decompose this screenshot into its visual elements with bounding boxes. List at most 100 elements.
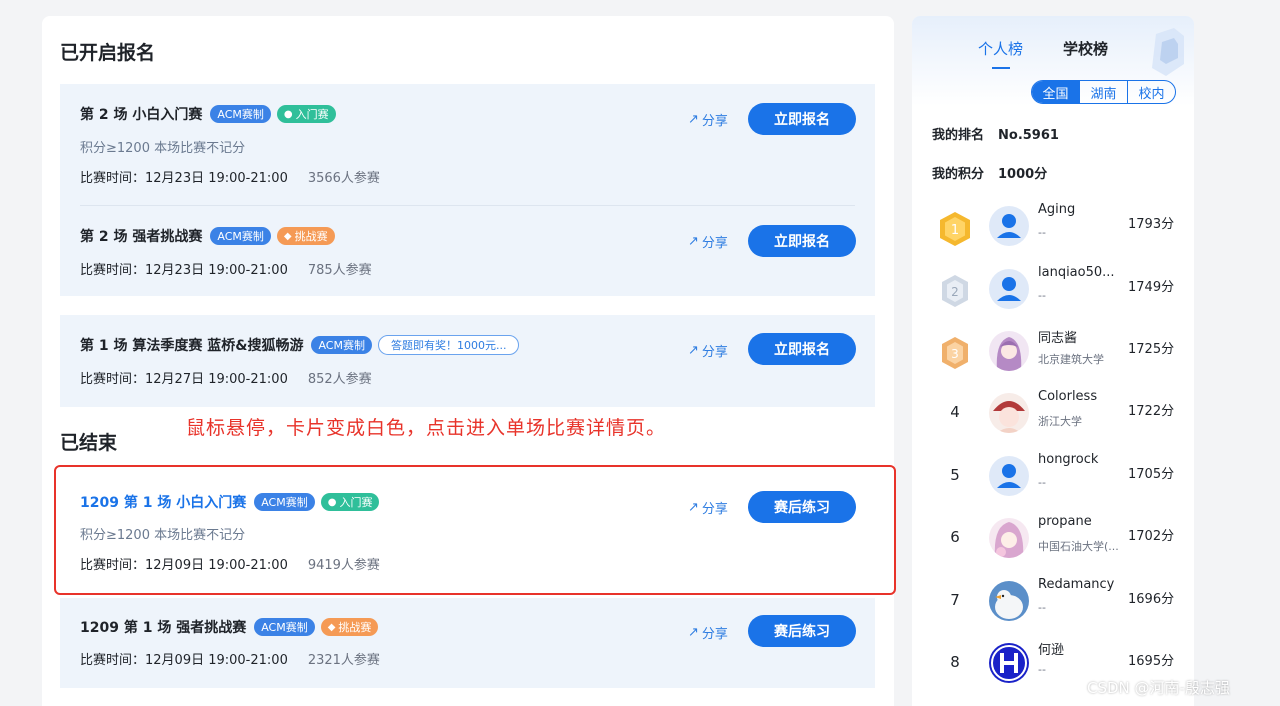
- rank-number: 5: [950, 466, 960, 484]
- bronze-medal-icon: 3: [942, 337, 968, 369]
- user-school: --: [1038, 289, 1046, 302]
- acm-tag: ACM赛制: [210, 227, 271, 245]
- ranking-row[interactable]: 1 Aging -- 1793分: [912, 202, 1194, 262]
- acm-tag: ACM赛制: [311, 336, 372, 354]
- user-score: 1705分: [1128, 467, 1175, 482]
- ranking-row[interactable]: 7 Redamancy -- 1696分: [912, 577, 1194, 637]
- user-name[interactable]: Aging: [1038, 202, 1118, 217]
- participant-count: 785人参赛: [307, 263, 372, 278]
- user-school: --: [1038, 601, 1046, 614]
- ranking-row[interactable]: 3 同志酱 北京建筑大学 1725分: [912, 327, 1194, 387]
- user-name[interactable]: Redamancy: [1038, 577, 1118, 592]
- anime-avatar-icon: [993, 401, 1025, 433]
- rank-number: 2: [951, 285, 959, 299]
- rank-number: 8: [950, 653, 960, 671]
- contest-time-text: 比赛时间：12月09日 19:00-21:00: [80, 653, 288, 668]
- tab-school[interactable]: 学校榜: [1063, 38, 1108, 59]
- highlight-frame: [54, 465, 896, 595]
- avatar: [989, 518, 1029, 558]
- contest-note: 积分≥1200 本场比赛不记分: [80, 141, 246, 156]
- open-contest-group: 第 2 场 小白入门赛 ACM赛制 ● 入门赛 积分≥1200 本场比赛不记分 比…: [60, 84, 875, 296]
- contest-card[interactable]: 第 1 场 算法季度赛 蓝桥&搜狐畅游 ACM赛制 答题即有奖！1000元...…: [60, 315, 875, 407]
- leaderboard-panel: 个人榜 学校榜 全国 湖南 校内 我的排名 No.5961 我的积分 1000分 1…: [912, 16, 1194, 706]
- contest-time: 比赛时间：12月23日 19:00-21:00 3566人参赛: [80, 167, 380, 186]
- avatar: [989, 456, 1029, 496]
- goose-avatar-icon: [995, 590, 1023, 619]
- ended-section-title: 已结束: [60, 432, 118, 454]
- contest-card[interactable]: 1209 第 1 场 强者挑战赛 ACM赛制 ◆ 挑战赛 比赛时间：12月09日 …: [60, 598, 875, 688]
- share-label: 分享: [701, 236, 728, 251]
- default-user-icon: [997, 214, 1021, 238]
- user-score: 1725分: [1128, 342, 1175, 357]
- avatar: [989, 331, 1029, 371]
- challenge-tag-label: 挑战赛: [338, 621, 372, 634]
- open-contest-group: 第 1 场 算法季度赛 蓝桥&搜狐畅游 ACM赛制 答题即有奖！1000元...…: [60, 315, 875, 407]
- scope-campus[interactable]: 校内: [1127, 81, 1175, 103]
- user-school: 中国石油大学(...: [1038, 540, 1119, 553]
- ranking-row[interactable]: 4 Colorless 浙江大学 1722分: [912, 389, 1194, 449]
- scope-hunan[interactable]: 湖南: [1079, 81, 1127, 103]
- rank-number: 4: [950, 403, 960, 421]
- acm-tag: ACM赛制: [210, 105, 271, 123]
- user-score: 1749分: [1128, 280, 1175, 295]
- rank-number: 3: [951, 347, 959, 361]
- anime-avatar-icon: [994, 522, 1024, 558]
- ranking-row[interactable]: 2 lanqiao50... -- 1749分: [912, 265, 1194, 325]
- user-school: --: [1038, 226, 1046, 239]
- ranking-row[interactable]: 6 propane 中国石油大学(... 1702分: [912, 514, 1194, 574]
- avatar: [989, 581, 1029, 621]
- contest-card[interactable]: 第 2 场 强者挑战赛 ACM赛制 ◆ 挑战赛 比赛时间：12月23日 19:00…: [60, 206, 875, 296]
- user-score: 1702分: [1128, 529, 1175, 544]
- share-link[interactable]: ↗ 分享: [688, 232, 728, 251]
- ended-contest-group: 1209 第 1 场 强者挑战赛 ACM赛制 ◆ 挑战赛 比赛时间：12月09日 …: [60, 598, 875, 688]
- participant-count: 2321人参赛: [307, 653, 380, 668]
- contest-card[interactable]: 第 2 场 小白入门赛 ACM赛制 ● 入门赛 积分≥1200 本场比赛不记分 比…: [60, 84, 875, 204]
- active-tab-indicator: [992, 67, 1010, 69]
- user-name[interactable]: 何逊: [1038, 639, 1118, 658]
- user-name[interactable]: propane: [1038, 514, 1118, 529]
- default-user-icon: [997, 277, 1021, 301]
- user-score: 1793分: [1128, 217, 1175, 232]
- challenge-tag-label: 挑战赛: [294, 230, 328, 243]
- scope-national[interactable]: 全国: [1032, 81, 1079, 103]
- user-score: 1695分: [1128, 654, 1175, 669]
- share-icon: ↗: [688, 234, 699, 249]
- register-button[interactable]: 立即报名: [748, 103, 856, 135]
- contest-title[interactable]: 1209 第 1 场 强者挑战赛: [80, 617, 246, 637]
- register-button[interactable]: 立即报名: [748, 333, 856, 365]
- user-school: 浙江大学: [1038, 415, 1082, 428]
- avatar: [989, 393, 1029, 433]
- register-button[interactable]: 立即报名: [748, 225, 856, 257]
- trophy-icon: ◆: [283, 230, 292, 242]
- share-icon: ↗: [688, 343, 699, 358]
- rank-number: 6: [950, 528, 960, 546]
- contest-title[interactable]: 第 1 场 算法季度赛 蓝桥&搜狐畅游: [80, 335, 303, 355]
- contest-title[interactable]: 第 2 场 强者挑战赛: [80, 226, 202, 246]
- user-name[interactable]: lanqiao50...: [1038, 265, 1118, 280]
- ranking-row[interactable]: 5 hongrock -- 1705分: [912, 452, 1194, 512]
- participant-count: 852人参赛: [307, 372, 372, 387]
- watermark: CSDN @河南-殷志强: [1087, 679, 1230, 697]
- user-name[interactable]: hongrock: [1038, 452, 1118, 467]
- share-link[interactable]: ↗ 分享: [688, 341, 728, 360]
- tab-personal[interactable]: 个人榜: [978, 38, 1023, 59]
- user-score: 1696分: [1128, 592, 1175, 607]
- acm-tag: ACM赛制: [254, 618, 315, 636]
- avatar: [989, 269, 1029, 309]
- my-rank: 我的排名 No.5961: [932, 124, 1059, 143]
- silver-medal-icon: 2: [942, 275, 968, 307]
- my-score-label: 我的积分: [932, 167, 985, 182]
- contest-title[interactable]: 第 2 场 小白入门赛: [80, 104, 202, 124]
- user-name[interactable]: 同志酱: [1038, 327, 1118, 346]
- user-school: --: [1038, 663, 1046, 676]
- my-score-value: 1000分: [998, 167, 1048, 182]
- default-user-icon: [997, 464, 1021, 488]
- share-link[interactable]: ↗ 分享: [688, 623, 728, 642]
- user-name[interactable]: Colorless: [1038, 389, 1118, 404]
- share-link[interactable]: ↗ 分享: [688, 110, 728, 129]
- letter-h-avatar-icon: [991, 645, 1027, 681]
- practice-button[interactable]: 赛后练习: [748, 615, 856, 647]
- contest-time: 比赛时间：12月23日 19:00-21:00 785人参赛: [80, 259, 372, 278]
- challenge-tag: ◆ 挑战赛: [276, 227, 335, 245]
- contest-time: 比赛时间：12月09日 19:00-21:00 2321人参赛: [80, 649, 380, 668]
